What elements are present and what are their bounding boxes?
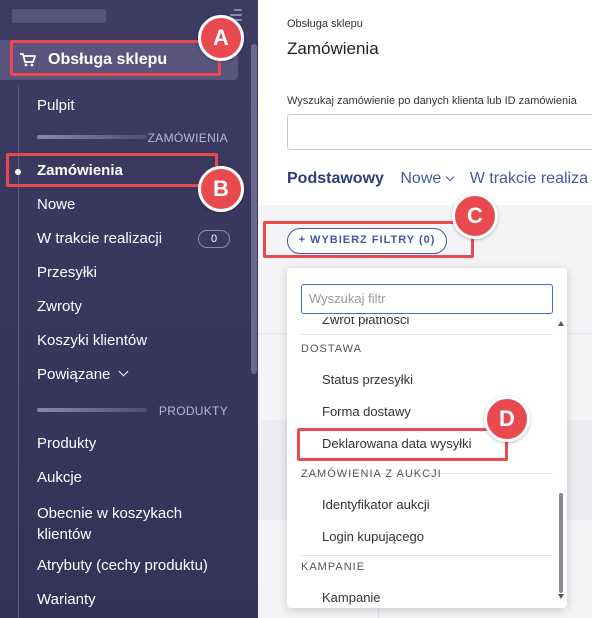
filter-option-auction-id[interactable]: Identyfikator aukcji xyxy=(322,497,430,512)
group-divider-orders xyxy=(37,135,147,139)
sidebar-item-variants[interactable]: Warianty xyxy=(37,591,96,608)
sidebar-item-carts[interactable]: Koszyki klientów xyxy=(37,332,147,349)
annotation-marker-c: C xyxy=(452,193,498,239)
sidebar-item-label: Obecnie w koszykach xyxy=(37,505,183,522)
sidebar-item-attributes[interactable]: Atrybuty (cechy produktu) xyxy=(37,557,208,574)
sidebar-item-label: Powiązane xyxy=(37,366,111,383)
tab-label: Nowe xyxy=(400,170,442,187)
filter-option-campaigns[interactable]: Kampanie xyxy=(322,590,381,605)
highlight-box xyxy=(10,40,221,76)
annotation-marker-b: B xyxy=(198,166,244,212)
sidebar-item-new[interactable]: Nowe xyxy=(37,196,75,213)
scroll-down-icon[interactable] xyxy=(558,594,564,599)
filter-option-delivery-method[interactable]: Forma dostawy xyxy=(322,404,411,419)
highlight-box xyxy=(6,153,218,187)
header-card: Obsługa sklepu Zamówienia Wyszukaj zamów… xyxy=(258,0,592,205)
sidebar: Obsługa sklepu Pulpit ZAMÓWIENIA Zamówie… xyxy=(0,0,258,618)
tab-in-progress[interactable]: W trakcie realiza xyxy=(470,170,588,188)
sidebar-item-in-carts[interactable]: Obecnie w koszykach klientów xyxy=(37,503,182,545)
sidebar-item-auctions[interactable]: Aukcje xyxy=(37,469,82,486)
filter-search-input[interactable]: Wyszukaj filtr xyxy=(301,284,553,314)
sidebar-item-label: klientów xyxy=(37,526,92,543)
search-label: Wyszukaj zamówienie po danych klienta lu… xyxy=(287,95,577,107)
filter-option[interactable]: Zwrot płatności xyxy=(322,317,409,327)
count-badge: 0 xyxy=(198,230,230,248)
sidebar-item-related[interactable]: Powiązane xyxy=(37,366,129,383)
tabs: Podstawowy Nowe W trakcie realiza xyxy=(287,170,592,188)
filter-group-label: ZAMÓWIENIA Z AUKCJI xyxy=(301,468,442,480)
filter-group-label: DOSTAWA xyxy=(301,343,362,355)
logo xyxy=(12,9,106,23)
order-search-input[interactable] xyxy=(287,114,592,150)
chevron-down-icon xyxy=(118,366,129,377)
filter-option-buyer-login[interactable]: Login kupującego xyxy=(322,529,424,544)
annotation-marker-d: D xyxy=(484,396,530,442)
group-label-products: PRODUKTY xyxy=(158,404,228,418)
breadcrumb[interactable]: Obsługa sklepu xyxy=(287,18,363,30)
filter-group-label: KAMPANIE xyxy=(301,561,366,573)
page-title: Zamówienia xyxy=(287,39,379,58)
highlight-box xyxy=(297,428,508,461)
chevron-down-icon xyxy=(446,172,455,182)
sidebar-item-in-progress[interactable]: W trakcie realizacji xyxy=(37,230,162,247)
sidebar-item-products[interactable]: Produkty xyxy=(37,435,96,452)
sidebar-item-shipments[interactable]: Przesyłki xyxy=(37,264,97,281)
tab-basic[interactable]: Podstawowy xyxy=(287,170,384,188)
dropdown-scrollbar[interactable] xyxy=(559,493,563,593)
sidebar-item-returns[interactable]: Zwroty xyxy=(37,298,82,315)
tab-new[interactable]: Nowe xyxy=(400,170,455,188)
group-divider-products xyxy=(37,408,147,412)
sidebar-scrollbar[interactable] xyxy=(251,44,257,374)
group-label-orders: ZAMÓWIENIA xyxy=(147,131,228,145)
divider xyxy=(301,555,553,556)
sidebar-item-dashboard[interactable]: Pulpit xyxy=(37,97,75,114)
highlight-box xyxy=(263,221,474,258)
divider xyxy=(301,334,553,335)
annotation-marker-a: A xyxy=(198,15,244,61)
filter-option-shipment-status[interactable]: Status przesyłki xyxy=(322,372,413,387)
scroll-up-icon[interactable] xyxy=(558,321,564,326)
